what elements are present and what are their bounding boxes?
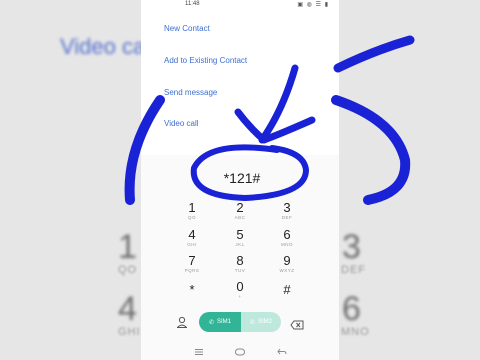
key-8[interactable]: 8 TUV xyxy=(220,254,260,280)
key-9[interactable]: 9 WXYZ xyxy=(267,254,307,280)
key-letters: GHI xyxy=(187,242,197,247)
dialed-number-text: *121# xyxy=(223,170,261,186)
key-letters: TUV xyxy=(234,268,246,273)
key-4[interactable]: 4 GHI xyxy=(172,228,212,254)
contacts-icon[interactable] xyxy=(175,315,189,329)
key-digit: 7 xyxy=(188,253,196,268)
blurred-backdrop-left: Video call 1 QO 4 GHI xyxy=(0,0,141,360)
key-1[interactable]: 1 QO xyxy=(172,201,212,227)
backdrop-digit: 1 xyxy=(118,228,137,266)
status-bar: 11:48 ▣ ◍ ☰ ▮ xyxy=(141,0,339,12)
back-icon[interactable] xyxy=(276,344,288,355)
sim1-label: SIM1 xyxy=(217,319,232,325)
key-0[interactable]: 0 + xyxy=(220,280,260,306)
video-frame: Video call 1 QO 4 GHI 3 DEF 6 MNO 11:48 … xyxy=(0,0,480,360)
key-letters: JKL xyxy=(235,242,245,247)
backdrop-digit: 3 xyxy=(342,228,361,266)
backdrop-letters: DEF xyxy=(341,264,366,276)
key-digit: 9 xyxy=(283,253,291,268)
key-digit: # xyxy=(283,282,291,297)
call-buttons: ✆ SIM1 ✆ SIM2 xyxy=(199,312,281,332)
backspace-icon[interactable] xyxy=(290,317,304,330)
menu-video-call[interactable]: Video call xyxy=(164,119,199,128)
backdrop-digit: 6 xyxy=(342,290,361,328)
backdrop-letters: QO xyxy=(118,264,138,276)
phone-icon: ✆ xyxy=(249,319,255,326)
key-letters: PQRS xyxy=(184,268,200,273)
menu-new-contact[interactable]: New Contact xyxy=(164,24,210,33)
key-letters: ABC xyxy=(234,215,246,220)
call-sim2-button[interactable]: ✆ SIM2 xyxy=(241,312,281,332)
key-digit: 5 xyxy=(236,227,244,242)
call-sim1-button[interactable]: ✆ SIM1 xyxy=(199,312,241,332)
backdrop-letters: GHI xyxy=(118,326,141,338)
blurred-backdrop-right: 3 DEF 6 MNO xyxy=(339,0,480,360)
key-digit: 0 xyxy=(236,279,244,294)
status-time: 11:48 xyxy=(185,1,200,7)
backdrop-digit: 4 xyxy=(118,290,137,328)
key-digit: 8 xyxy=(236,253,244,268)
key-letters: + xyxy=(238,294,242,299)
key-hash[interactable]: # xyxy=(267,283,307,309)
sim2-label: SIM2 xyxy=(258,319,273,325)
key-digit: 1 xyxy=(188,200,196,215)
key-digit: 2 xyxy=(236,200,244,215)
key-digit: 6 xyxy=(283,227,291,242)
key-6[interactable]: 6 MNO xyxy=(267,228,307,254)
menu-send-message[interactable]: Send message xyxy=(164,88,217,97)
key-3[interactable]: 3 DEF xyxy=(267,201,307,227)
key-digit: 3 xyxy=(283,200,291,215)
backdrop-title: Video call xyxy=(60,34,141,59)
key-letters: MNO xyxy=(281,242,293,247)
phone-screen: 11:48 ▣ ◍ ☰ ▮ New Contact Add to Existin… xyxy=(141,0,339,360)
key-digit: 4 xyxy=(188,227,196,242)
key-7[interactable]: 7 PQRS xyxy=(172,254,212,280)
key-letters: DEF xyxy=(281,215,293,220)
backdrop-letters: MNO xyxy=(341,326,370,338)
key-2[interactable]: 2 ABC xyxy=(220,201,260,227)
key-digit: * xyxy=(189,282,195,297)
menu-icon[interactable] xyxy=(193,344,205,355)
navigation-bar xyxy=(141,340,339,360)
key-letters: WXYZ xyxy=(279,268,295,273)
key-5[interactable]: 5 JKL xyxy=(220,228,260,254)
menu-add-existing-contact[interactable]: Add to Existing Contact xyxy=(164,56,247,65)
home-icon[interactable] xyxy=(234,344,246,356)
dialed-number[interactable]: *121# xyxy=(141,170,339,186)
key-star[interactable]: * xyxy=(172,283,212,309)
status-icons: ▣ ◍ ☰ ▮ xyxy=(297,2,329,8)
key-letters: QO xyxy=(187,215,196,220)
phone-icon: ✆ xyxy=(208,319,214,326)
